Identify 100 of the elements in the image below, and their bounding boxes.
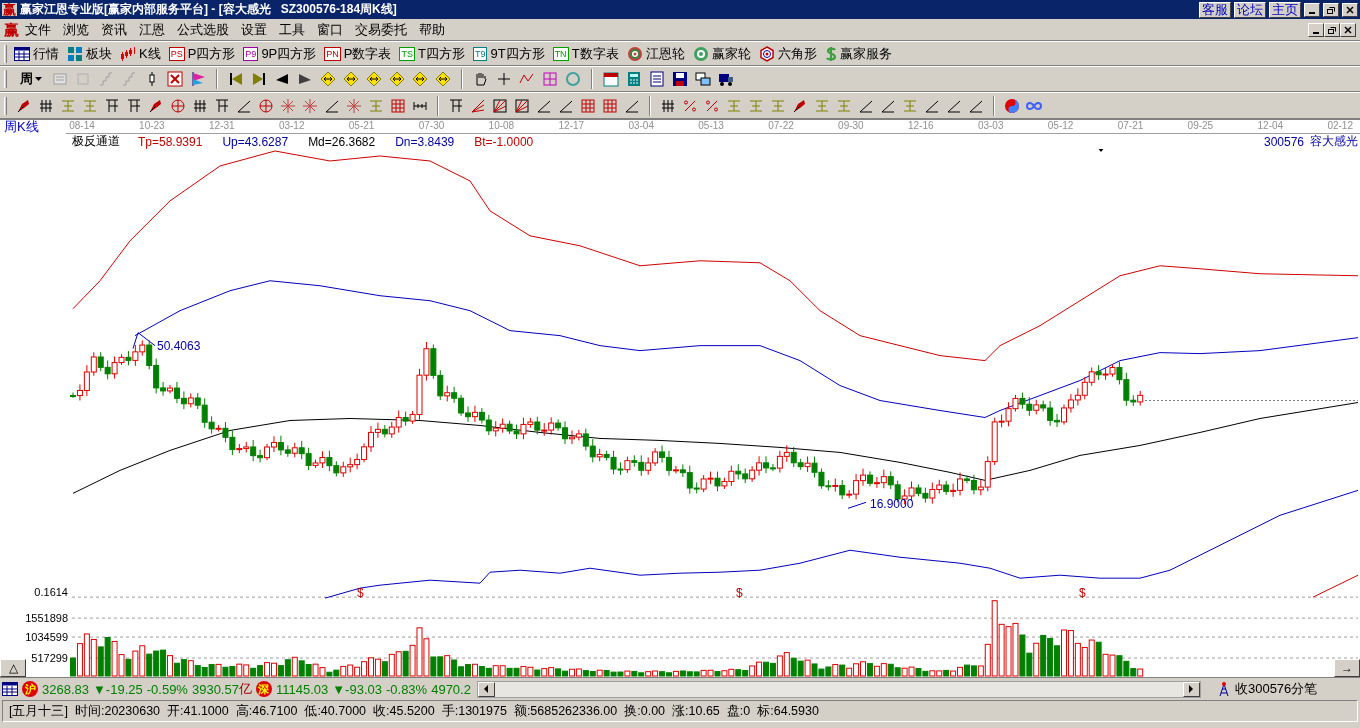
percent-icon[interactable] — [682, 97, 698, 114]
grid-icon[interactable] — [602, 97, 618, 114]
fork-tool-icon[interactable] — [214, 97, 230, 114]
next-button[interactable]: → — [1334, 659, 1360, 677]
toolbar-button[interactable]: K线 — [116, 43, 165, 64]
star-tool-icon[interactable] — [280, 97, 296, 114]
date-axis-label: 10-23 — [139, 120, 165, 132]
circle-tool-icon[interactable] — [258, 97, 274, 114]
letter-icon: T9 — [472, 46, 488, 61]
scrollbar[interactable] — [476, 680, 1201, 698]
parallel-lines-icon[interactable] — [192, 97, 208, 114]
axis-label: 0.1614 — [34, 587, 68, 598]
date-axis-label: 08-14 — [69, 120, 95, 132]
header-link-button[interactable]: 主页 — [1269, 1, 1301, 18]
grid-icon[interactable] — [390, 97, 406, 114]
toolbar-button[interactable]: P9 9P四方形 — [239, 43, 321, 64]
toolbar-button[interactable]: TN T数字表 — [548, 43, 623, 64]
date-axis-label: 07-21 — [1117, 120, 1144, 132]
pen-icon[interactable] — [148, 97, 164, 114]
circle-tool-icon[interactable] — [170, 97, 186, 114]
fork-tool-icon[interactable] — [126, 97, 142, 114]
signal-mark: $ — [736, 587, 743, 599]
menu-item[interactable]: 江恩 — [133, 20, 171, 39]
star-tool-icon[interactable] — [346, 97, 362, 114]
toolbar-button[interactable]: PN P数字表 — [320, 43, 396, 64]
calculator-icon[interactable] — [626, 71, 642, 87]
menu-item[interactable]: 浏览 — [57, 20, 95, 39]
menu-item[interactable]: 资讯 — [95, 20, 133, 39]
diamond-arrow-icon[interactable] — [389, 71, 405, 87]
fan-tool-icon[interactable] — [492, 97, 508, 114]
restore-button[interactable] — [1324, 22, 1340, 37]
status-field: [五月十三] — [9, 702, 68, 720]
network-icon[interactable] — [695, 71, 711, 87]
fan-tool-icon[interactable] — [514, 97, 530, 114]
toolbar-button[interactable]: 赢家服务 — [820, 43, 896, 64]
grid-icon[interactable] — [580, 97, 596, 114]
axis-label: 1034599 — [25, 632, 68, 643]
status-field: 时间:20230630 — [74, 702, 161, 720]
menu-item[interactable]: 设置 — [235, 20, 273, 39]
toolbar-button[interactable]: T9 9T四方形 — [468, 43, 549, 64]
indicator-value: Md=26.3682 — [308, 134, 376, 149]
tile-icon[interactable] — [52, 71, 68, 87]
toolbar-button[interactable]: 赢家轮 — [688, 43, 755, 64]
feed-status: 收300576分笔 — [1234, 680, 1318, 698]
flag-icon[interactable] — [190, 71, 206, 87]
menu-item[interactable]: 工具 — [273, 20, 311, 39]
save-icon[interactable] — [672, 71, 688, 87]
toolbar-button[interactable]: 板块 — [63, 43, 116, 64]
notes-icon[interactable] — [649, 71, 665, 87]
diamond-arrow-icon[interactable] — [343, 71, 359, 87]
stock-code: 300576 — [1263, 134, 1304, 149]
ray-tool-icon[interactable] — [470, 97, 486, 114]
diamond-arrow-icon[interactable] — [412, 71, 428, 87]
period-dropdown[interactable]: 周 — [17, 70, 45, 88]
close-button[interactable] — [1342, 2, 1358, 17]
index-percent: -0.83% — [385, 681, 428, 697]
close-button[interactable] — [1340, 22, 1356, 37]
calendar-icon[interactable] — [603, 71, 619, 87]
header-link-button[interactable]: 论坛 — [1234, 1, 1266, 18]
menu-item[interactable]: 文件 — [19, 20, 57, 39]
scroll-left-button[interactable] — [477, 681, 495, 697]
percent-icon[interactable] — [704, 97, 720, 114]
grid-icon[interactable] — [542, 71, 558, 87]
yin-yang-icon[interactable] — [1004, 97, 1020, 114]
parallel-lines-icon[interactable] — [38, 97, 54, 114]
menu-item[interactable]: 交易委托 — [349, 20, 413, 39]
diamond-arrow-icon[interactable] — [366, 71, 382, 87]
fork-tool-icon[interactable] — [448, 97, 464, 114]
letter-icon: P9 — [243, 46, 259, 61]
minimize-button[interactable] — [1308, 22, 1324, 37]
pen-icon[interactable] — [16, 97, 32, 114]
fork-tool-icon[interactable] — [104, 97, 120, 114]
diamond-arrow-icon[interactable] — [435, 71, 451, 87]
toolbar-button[interactable]: 行情 — [10, 43, 63, 64]
star-tool-icon[interactable] — [302, 97, 318, 114]
restore-button[interactable] — [1323, 2, 1339, 17]
diamond-arrow-icon[interactable] — [320, 71, 336, 87]
toolbar-button[interactable]: 江恩轮 — [622, 43, 689, 64]
collapse-button[interactable]: △ — [0, 659, 26, 677]
skip-left-icon[interactable] — [228, 71, 244, 87]
crosshair-icon[interactable] — [496, 71, 512, 87]
triangle-right-icon[interactable] — [297, 71, 313, 87]
menu-item[interactable]: 帮助 — [413, 20, 451, 39]
price-label: 16.9000 — [870, 498, 914, 510]
header-link-button[interactable]: 客服 — [1199, 1, 1231, 18]
toolbar-button[interactable]: PS P四方形 — [164, 43, 240, 64]
menu-item[interactable]: 公式选股 — [171, 20, 235, 39]
menu-item[interactable]: 窗口 — [311, 20, 349, 39]
flag-icon[interactable] — [167, 71, 183, 87]
date-axis-label: 07-30 — [418, 120, 445, 132]
toolbar-button[interactable]: 六角形 — [754, 43, 821, 64]
parallel-lines-icon[interactable] — [660, 97, 676, 114]
pen-icon[interactable] — [792, 97, 808, 114]
toolbar-button[interactable]: TS T四方形 — [395, 43, 469, 64]
date-axis-label: 12-04 — [1257, 120, 1284, 132]
skip-right-icon[interactable] — [251, 71, 267, 87]
truck-icon[interactable] — [718, 71, 734, 87]
status-field: 标:64.5930 — [757, 702, 819, 720]
triangle-left-icon[interactable] — [274, 71, 290, 87]
minimize-button[interactable] — [1304, 2, 1320, 17]
